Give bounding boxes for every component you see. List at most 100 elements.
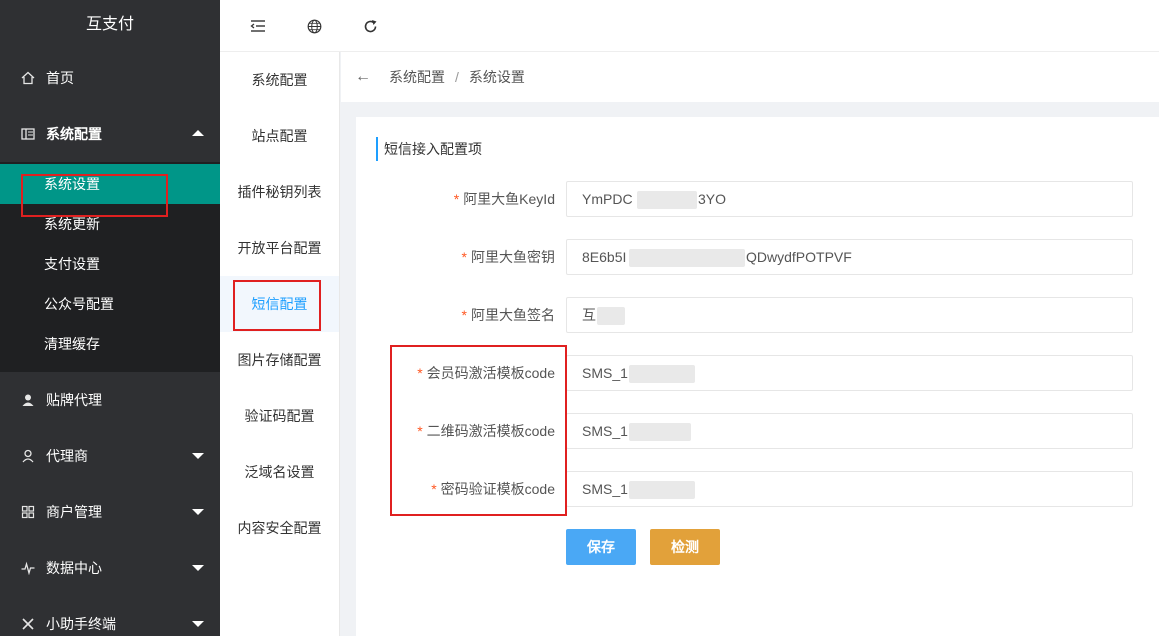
field-label: * 二维码激活模板code: [417, 413, 555, 449]
sidebar-item-label: 小助手终端: [46, 616, 116, 632]
form-row-secret: * 阿里大鱼密钥 8E6b5I QDwydfPOTPVF: [356, 239, 1159, 275]
field-value-tail: QDwydfPOTPVF: [746, 249, 852, 265]
field-value: SMS_1: [582, 365, 628, 381]
config-menu-wildcard-domain[interactable]: 泛域名设置: [220, 444, 339, 500]
chevron-down-icon: [192, 453, 204, 459]
field-label: * 阿里大鱼签名: [462, 297, 555, 333]
field-label: * 阿里大鱼密钥: [462, 239, 555, 275]
config-submenu: 系统配置 站点配置 插件秘钥列表 开放平台配置 短信配置 图片存储配置 验证码配…: [220, 52, 340, 636]
field-label-text: 密码验证模板code: [440, 481, 555, 497]
top-toolbar: [220, 0, 1159, 52]
home-icon: [20, 70, 36, 86]
field-label-text: 会员码激活模板code: [426, 365, 555, 381]
redaction-blur: [637, 191, 697, 209]
form-row-keyid: * 阿里大鱼KeyId YmPDC 3YO: [356, 181, 1159, 217]
redaction-blur: [629, 481, 695, 499]
config-menu-open-platform[interactable]: 开放平台配置: [220, 220, 339, 276]
sidebar-item-label: 数据中心: [46, 560, 102, 576]
required-mark: *: [461, 249, 467, 265]
required-mark: *: [417, 365, 423, 381]
field-label-text: 二维码激活模板code: [426, 423, 555, 439]
sidebar-item-label: 贴牌代理: [46, 392, 102, 408]
redaction-blur: [629, 249, 745, 267]
config-menu-image-storage[interactable]: 图片存储配置: [220, 332, 339, 388]
refresh-icon[interactable]: [358, 14, 382, 38]
breadcrumb-level2: 系统设置: [468, 69, 525, 85]
sidebar-item-system-config[interactable]: 系统配置: [0, 106, 220, 162]
field-value: SMS_1: [582, 423, 628, 439]
sms-config-form: 短信接入配置项 * 阿里大鱼KeyId YmPDC 3YO * 阿里大鱼密钥 8E6…: [356, 117, 1159, 636]
field-value-tail: 3YO: [698, 191, 727, 207]
sidebar-item-label: 商户管理: [46, 504, 102, 520]
sidebar-item-assistant-terminal[interactable]: 小助手终端: [0, 596, 220, 636]
config-menu-sms[interactable]: 短信配置: [220, 276, 339, 332]
grid-icon: [20, 504, 36, 520]
back-arrow-icon[interactable]: ←: [355, 68, 371, 86]
redaction-blur: [629, 365, 695, 383]
redaction-blur: [597, 307, 625, 325]
field-label-text: 阿里大鱼签名: [471, 307, 555, 323]
form-row-sign: * 阿里大鱼签名 互: [356, 297, 1159, 333]
config-menu-site[interactable]: 站点配置: [220, 108, 339, 164]
keyid-input[interactable]: YmPDC 3YO: [566, 181, 1133, 217]
sidebar-submenu: 系统设置 系统更新 支付设置 公众号配置 清理缓存: [0, 162, 220, 372]
qrcode-template-input[interactable]: SMS_1: [566, 413, 1133, 449]
section-title: 短信接入配置项: [376, 137, 482, 161]
member-code-template-input[interactable]: SMS_1: [566, 355, 1133, 391]
field-value: 8E6b5I: [582, 249, 627, 265]
breadcrumb-level1[interactable]: 系统配置: [389, 67, 445, 87]
secret-input[interactable]: 8E6b5I QDwydfPOTPVF: [566, 239, 1133, 275]
chevron-up-icon: [192, 130, 204, 136]
tool-icon: [20, 616, 36, 632]
sidebar-item-data-center[interactable]: 数据中心: [0, 540, 220, 596]
form-row-qrcode-template: * 二维码激活模板code SMS_1: [356, 413, 1159, 449]
field-label-text: 阿里大鱼密钥: [471, 249, 555, 265]
field-value: YmPDC: [582, 191, 633, 207]
sidebar-item-merchant[interactable]: 商户管理: [0, 484, 220, 540]
required-mark: *: [461, 307, 467, 323]
person-icon: [20, 448, 36, 464]
field-label: * 会员码激活模板code: [417, 355, 555, 391]
globe-icon[interactable]: [302, 14, 326, 38]
user-icon: [20, 392, 36, 408]
sign-input[interactable]: 互: [566, 297, 1133, 333]
sidebar-item-label: 首页: [46, 70, 74, 86]
form-row-password-template: * 密码验证模板code SMS_1: [356, 471, 1159, 507]
redaction-blur: [629, 423, 691, 441]
menu-collapse-icon[interactable]: [246, 14, 270, 38]
required-mark: *: [417, 423, 423, 439]
chevron-down-icon: [192, 509, 204, 515]
config-menu-captcha[interactable]: 验证码配置: [220, 388, 339, 444]
sidebar-item-home[interactable]: 首页: [0, 50, 220, 106]
app-root: 互支付 首页 系统配置 系统设置 系统更新 支付设置 公众号配置 清理缓存 贴牌…: [0, 0, 1159, 636]
submenu-item-payment-settings[interactable]: 支付设置: [0, 244, 220, 284]
config-menu-system[interactable]: 系统配置: [220, 52, 339, 108]
check-button[interactable]: 检测: [650, 529, 720, 565]
form-row-member-code-template: * 会员码激活模板code SMS_1: [356, 355, 1159, 391]
required-mark: *: [453, 191, 460, 207]
chevron-down-icon: [192, 565, 204, 571]
field-value: SMS_1: [582, 481, 628, 497]
sidebar-item-oem-agent[interactable]: 贴牌代理: [0, 372, 220, 428]
save-button[interactable]: 保存: [566, 529, 636, 565]
chevron-down-icon: [192, 621, 204, 627]
sidebar: 互支付 首页 系统配置 系统设置 系统更新 支付设置 公众号配置 清理缓存 贴牌…: [0, 0, 220, 636]
field-label: * 阿里大鱼KeyId: [454, 181, 555, 217]
field-label: * 密码验证模板code: [431, 471, 555, 507]
breadcrumb-separator: /: [455, 69, 459, 85]
config-menu-plugin-keys[interactable]: 插件秘钥列表: [220, 164, 339, 220]
required-mark: *: [431, 481, 437, 497]
submenu-item-wechat-config[interactable]: 公众号配置: [0, 284, 220, 324]
submenu-item-system-settings[interactable]: 系统设置: [0, 164, 220, 204]
config-menu-content-security[interactable]: 内容安全配置: [220, 500, 339, 556]
breadcrumb: ← 系统配置 / 系统设置: [341, 52, 1159, 102]
submenu-item-clear-cache[interactable]: 清理缓存: [0, 324, 220, 364]
password-template-input[interactable]: SMS_1: [566, 471, 1133, 507]
field-value: 互: [582, 307, 596, 323]
settings-grid-icon: [20, 126, 36, 142]
submenu-item-system-update[interactable]: 系统更新: [0, 204, 220, 244]
sidebar-item-agent[interactable]: 代理商: [0, 428, 220, 484]
field-label-text: 阿里大鱼KeyId: [463, 191, 555, 207]
sidebar-item-label: 代理商: [46, 448, 88, 464]
pulse-icon: [20, 560, 36, 576]
